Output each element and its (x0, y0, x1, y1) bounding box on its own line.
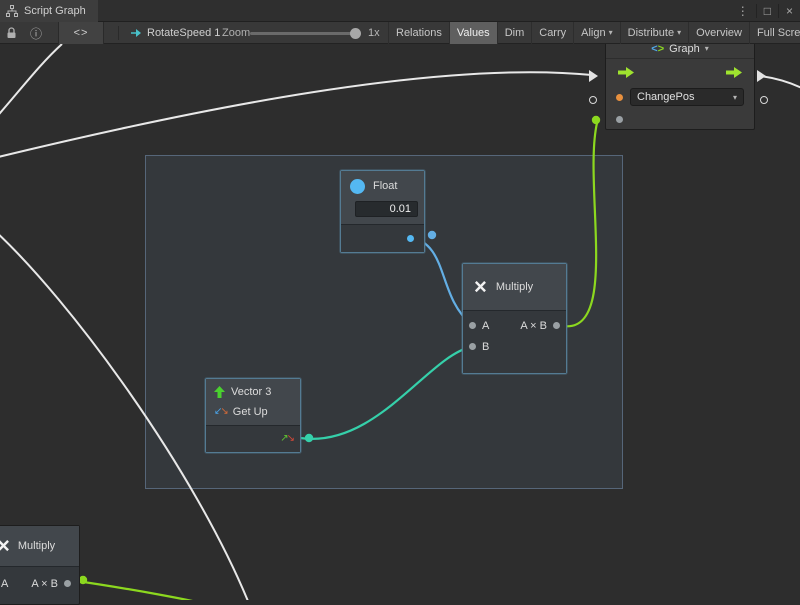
toolbar-button-relations[interactable]: Relations (388, 22, 449, 44)
node-subtitle: Get Up (233, 406, 268, 418)
vector3-type-icon[interactable]: ↗↘ (280, 434, 293, 444)
variable-dropdown[interactable]: ChangePos ▾ (630, 88, 744, 106)
graph-node-title: Graph (669, 43, 700, 55)
float-value-input[interactable]: 0.01 (355, 201, 418, 217)
node-title: Vector 3 (231, 386, 271, 398)
info-icon[interactable]: ⓘ (30, 22, 42, 44)
zoom-label: Zoom (222, 22, 250, 44)
chevron-down-icon: ▾ (677, 22, 681, 44)
button-label: Align (581, 22, 605, 44)
port-multiply-output[interactable] (553, 322, 560, 329)
kebab-menu-icon[interactable]: ⋮ (730, 4, 756, 18)
graph-variable-row: ChangePos ▾ (606, 85, 754, 109)
flow-in-arrow-icon[interactable] (618, 67, 634, 78)
chevron-down-icon: ▾ (733, 93, 737, 102)
multiply-icon: × (0, 535, 10, 557)
button-label: Carry (539, 22, 566, 44)
toolbar-button-carry[interactable]: Carry (531, 22, 573, 44)
flow-connection-arrow-left[interactable] (589, 70, 598, 82)
node-title: Float (373, 180, 397, 192)
node-vector3-get-up[interactable]: Vector 3 ↙↘ Get Up ↗↘ (205, 378, 301, 453)
graph-port-row (606, 109, 754, 129)
titlebar: Script Graph ⋮ □ × (0, 0, 800, 22)
button-label: Relations (396, 22, 442, 44)
float-node-header[interactable]: Float 0.01 (341, 171, 424, 224)
node-multiply[interactable]: × Multiply A A × B B (462, 263, 567, 374)
port-multiply2-output[interactable] (64, 580, 71, 587)
float-node-body (341, 224, 424, 252)
port-graph-input[interactable] (616, 116, 623, 123)
graph-flow-row (606, 59, 754, 85)
graph-breadcrumb[interactable]: RotateSpeed 1 (130, 22, 220, 44)
flow-out-arrow-icon[interactable] (726, 67, 742, 78)
toolbar-button-fullscreen[interactable]: Full Screen (749, 22, 800, 44)
tab-label: Script Graph (24, 5, 86, 17)
toolbar-button-align[interactable]: Align ▾ (573, 22, 619, 44)
multiply-node-header[interactable]: × Multiply (463, 264, 566, 310)
toolbar-button-dim[interactable]: Dim (497, 22, 532, 44)
port-multiply-input-b[interactable] (469, 343, 476, 350)
multiply-icon: × (474, 276, 487, 298)
script-graph-asset-icon (130, 27, 142, 39)
button-label: Values (457, 22, 490, 44)
lock-glyph (6, 26, 17, 40)
chevron-down-icon: ▾ (705, 44, 709, 53)
node-multiply-partial[interactable]: × Multiply A A × B (0, 525, 80, 605)
get-up-icon: ↙↘ (214, 407, 227, 417)
up-arrow-icon (214, 386, 225, 398)
port-label-b: B (482, 341, 489, 353)
toolbar-buttons: Relations Values Dim Carry Align ▾ Distr… (388, 22, 800, 44)
vector3-node-body: ↗↘ (206, 425, 300, 452)
divider (118, 26, 119, 40)
port-variable-input[interactable] (616, 94, 623, 101)
port-float-output[interactable] (407, 235, 414, 242)
toolbar-button-distribute[interactable]: Distribute ▾ (620, 22, 688, 44)
port-multiply-input-a[interactable] (469, 322, 476, 329)
flow-connection-arrow-right[interactable] (757, 70, 766, 82)
node-title: Multiply (18, 540, 55, 552)
chevron-down-icon: ▾ (609, 22, 613, 44)
zoom-slider-handle[interactable] (350, 28, 361, 39)
code-view-button[interactable]: <> (58, 22, 104, 44)
tab-script-graph[interactable]: Script Graph (0, 0, 98, 22)
button-label: Overview (696, 22, 742, 44)
multiply2-node-header[interactable]: × Multiply (0, 526, 79, 566)
vector3-node-header[interactable]: Vector 3 ↙↘ Get Up (206, 379, 300, 425)
button-label: Distribute (628, 22, 674, 44)
multiply2-node-body: A A × B (0, 566, 79, 600)
multiply-node-body: A A × B B (463, 310, 566, 373)
zoom-value: 1x (368, 22, 380, 44)
toolbar-button-values[interactable]: Values (449, 22, 497, 44)
port-label-out: A × B (31, 578, 58, 590)
button-label: Full Screen (757, 22, 800, 44)
toolbar-button-overview[interactable]: Overview (688, 22, 749, 44)
port-label-out: A × B (520, 320, 547, 332)
connection-ring-left[interactable] (589, 96, 597, 104)
window-controls: ⋮ □ × (730, 0, 800, 22)
graph-name: RotateSpeed 1 (147, 27, 220, 39)
node-float[interactable]: Float 0.01 (340, 170, 425, 253)
arrow-se-icon: ↘ (287, 433, 293, 444)
zoom-slider[interactable] (250, 32, 360, 35)
node-title: Multiply (496, 281, 533, 293)
button-label: Dim (505, 22, 525, 44)
code-brackets-icon: <> (651, 43, 664, 55)
node-graph-inspector[interactable]: <> Graph ▾ ChangePos ▾ (605, 38, 755, 130)
maximize-icon[interactable]: □ (757, 4, 778, 18)
arrow-se-icon: ↘ (220, 406, 226, 417)
port-label-a: A (482, 320, 489, 332)
port-label-a: A (1, 578, 8, 590)
float-type-icon (350, 179, 365, 194)
close-icon[interactable]: × (779, 4, 800, 18)
code-gt: > (658, 43, 664, 55)
connection-ring-right[interactable] (760, 96, 768, 104)
script-graph-icon (6, 5, 18, 17)
lock-icon[interactable] (6, 22, 17, 44)
graph-toolbar: ⓘ <> RotateSpeed 1 Zoom 1x Relations Val… (0, 22, 800, 44)
variable-dropdown-value: ChangePos (637, 91, 695, 103)
